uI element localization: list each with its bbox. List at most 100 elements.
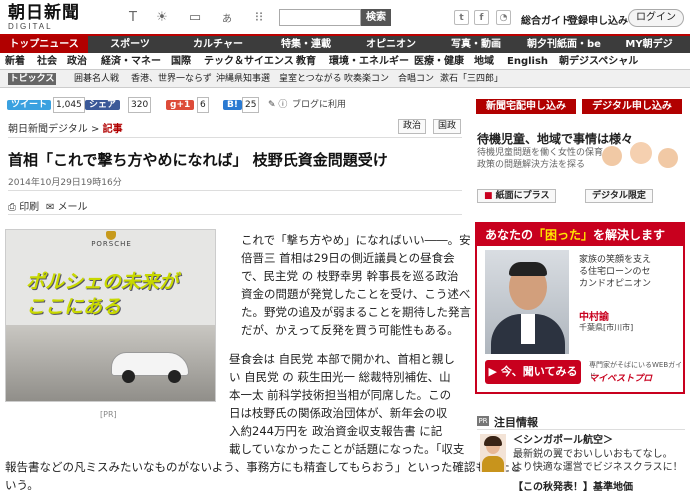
porsche-crest-icon <box>106 231 116 240</box>
subnav-edu[interactable]: 教育 <box>296 53 316 70</box>
subnav-society[interactable]: 社会 <box>37 53 57 70</box>
porsche-ad[interactable]: PORSCHE ポルシェの未来が ここにある <box>5 229 216 402</box>
topic-item[interactable]: 吹奏楽コン <box>344 70 389 88</box>
subnav-new[interactable]: 新着 <box>5 53 25 70</box>
subnav-intl[interactable]: 国際 <box>171 53 191 70</box>
tweet-count: 1,045 <box>53 97 85 113</box>
article-paragraph-1: これで「撃ち方やめ」になればいい――。安 倍晋三 首相は29日の側近議員との昼食… <box>241 231 471 339</box>
breadcrumb-sep: > <box>91 124 100 135</box>
nav-features[interactable]: 特集・連載 <box>271 36 341 53</box>
article-line: いう。 <box>5 478 39 492</box>
sub-nav: 新着 社会 政治 経済・マネー 国際 テック＆サイエンス 教育 環境・エネルギー… <box>0 53 690 70</box>
gplus-button[interactable]: g+1 <box>166 97 195 113</box>
blog-icon[interactable]: ✎ ⓘ <box>268 97 287 113</box>
advisor-desc-line: る住宅ローンのセ <box>579 267 651 277</box>
article-line: 倍晋三 首相は29日の側近議員との昼食会 <box>241 251 455 265</box>
topic-item[interactable]: 香港、世界一ならず <box>131 70 212 88</box>
paper-plus-label: 紙面にプラス <box>495 191 550 201</box>
blog-link[interactable]: ブログに利用 <box>292 97 346 113</box>
nav-culture[interactable]: カルチャー <box>186 36 250 53</box>
subnav-tech[interactable]: テック＆サイエンス <box>204 53 294 70</box>
nav-opinion[interactable]: オピニオン <box>361 36 421 53</box>
advisor-desc-line: カンドオピニオン <box>579 279 652 289</box>
topics-label: トピックス <box>8 73 56 85</box>
print-link[interactable]: ⎙ 印刷 <box>8 198 39 213</box>
ad-copy: ポルシェの未来が ここにある <box>26 270 178 320</box>
subnav-local[interactable]: 地域 <box>474 53 494 70</box>
topics-bar: トピックス 囲碁名人戦 香港、世界一ならず 沖縄県知事選 皇室とつながる 吹奏楽… <box>0 70 690 88</box>
nav-top-news[interactable]: トップニュース <box>0 36 88 53</box>
digital-signup-button[interactable]: デジタル申し込み <box>582 99 682 114</box>
article-title: 首相「これで撃ち方やめになれば」 枝野氏資金問題受け <box>8 151 388 169</box>
paper-icon: ■ <box>484 191 496 201</box>
newspaper-signup-button[interactable]: 新聞宅配申し込み <box>476 99 576 114</box>
featured-heading: 注目情報 <box>494 416 538 429</box>
ask-now-button[interactable]: ▶ 今、聞いてみる <box>485 360 581 384</box>
ad-brand: PORSCHE <box>91 240 132 248</box>
gplus-label: g+1 <box>166 100 195 110</box>
rss-icon[interactable]: ◔ <box>496 10 511 25</box>
breadcrumb: 朝日新聞デジタル > 記事 <box>8 120 123 135</box>
login-button[interactable]: ログイン <box>628 9 684 27</box>
side-text-line: 待機児童問題を働く女性の保育 <box>477 148 604 158</box>
fb-share-button[interactable]: シェア <box>85 97 121 113</box>
weather-icon[interactable]: ☀ <box>153 8 171 26</box>
tv-icon[interactable]: ▭ <box>186 8 204 26</box>
print-label: 印刷 <box>19 202 40 213</box>
font-size-icon[interactable]: T <box>124 8 142 26</box>
subnav-special[interactable]: 朝デジスペシャル <box>559 53 638 70</box>
subnav-health[interactable]: 医療・健康 <box>414 53 464 70</box>
hatena-count: 25 <box>242 97 260 113</box>
advisor-desc-line: 家族の笑顔を支え <box>579 255 652 265</box>
ad-box-head-3: を解決します <box>593 228 666 242</box>
ask-now-label: 今、聞いてみる <box>500 365 578 378</box>
mybestpro-ad[interactable]: あなたの「困った」を解決します 家族の笑顔を支え る住宅ローンのセ カンドオピニ… <box>475 222 685 394</box>
article-paragraph-2: 昼食会は 自民党 本部で開かれ、首相と親し い 自民党 の 萩生田光一 総裁特別… <box>229 350 464 458</box>
subnav-politics[interactable]: 政治 <box>67 53 87 70</box>
topic-item[interactable]: 皇室とつながる <box>279 70 342 88</box>
tag-politics[interactable]: 政治 <box>398 119 427 134</box>
topic-item[interactable]: 合唱コン <box>398 70 434 88</box>
subnav-env[interactable]: 環境・エネルギー <box>329 53 409 70</box>
kana-icon[interactable]: あ <box>218 8 236 26</box>
register-link[interactable]: 登録申し込み <box>568 12 628 27</box>
topic-item[interactable]: 囲碁名人戦 <box>74 70 119 88</box>
ad-copy-1: ポルシェの未来が <box>26 271 179 293</box>
guide-link[interactable]: 総合ガイド <box>521 12 571 27</box>
divider <box>8 214 462 215</box>
article-paragraph-3: 報告書などの凡ミスみたいなものがないよう、事務方にも精査してもらおう」といった確… <box>5 458 521 494</box>
search-button[interactable]: 検索 <box>361 9 391 26</box>
facebook-icon[interactable]: f <box>474 10 489 25</box>
hatena-button[interactable]: B! <box>223 97 242 113</box>
article-line: 本一太 前科学技術担当相が同席した。この <box>229 388 452 402</box>
singapore-air-thumb[interactable] <box>480 434 506 472</box>
logo-sub: DIGITAL <box>8 22 53 31</box>
search-input[interactable] <box>279 9 361 26</box>
grid-icon[interactable]: ⁝⁝ <box>250 8 268 26</box>
breadcrumb-section: 記事 <box>102 124 123 135</box>
ad-pr-label: [PR] <box>100 410 117 419</box>
tag-national[interactable]: 国政 <box>433 119 462 134</box>
nav-my[interactable]: MY朝デジ <box>610 36 688 53</box>
tweet-button[interactable]: ツイート <box>7 97 52 113</box>
nav-photo[interactable]: 写真・動画 <box>444 36 508 53</box>
asahi-logo[interactable]: 朝日新聞 DIGITAL <box>8 4 88 31</box>
nav-sports[interactable]: スポーツ <box>103 36 157 53</box>
topic-item[interactable]: 漱石「三四郎」 <box>440 70 503 88</box>
nav-paper[interactable]: 朝夕刊紙面・be <box>522 36 606 53</box>
subnav-english[interactable]: English <box>507 53 548 70</box>
digital-only-button[interactable]: デジタル限定 <box>585 189 653 203</box>
subnav-economy[interactable]: 経済・マネー <box>101 53 161 70</box>
gplus-count: 6 <box>197 97 209 113</box>
paper-plus-button[interactable]: ■ 紙面にプラス <box>477 189 557 203</box>
breadcrumb-site[interactable]: 朝日新聞デジタル <box>8 124 88 135</box>
side-text: 待機児童問題を働く女性の保育 政策の問題解決方法を探る <box>477 147 603 171</box>
topic-item[interactable]: 沖縄県知事選 <box>216 70 270 88</box>
promo-title[interactable]: ＜シンガポール航空＞ <box>513 434 613 447</box>
logo-main: 朝日新聞 <box>8 3 80 23</box>
mail-link[interactable]: ✉ メール <box>46 198 88 213</box>
wheel-icon <box>168 370 181 383</box>
twitter-icon[interactable]: t <box>454 10 469 25</box>
article-line: 日は枝野氏の関係政治団体が、新年会の収 <box>229 406 448 420</box>
promo-title[interactable]: 【この秋発表！】基準地価 <box>513 481 633 494</box>
